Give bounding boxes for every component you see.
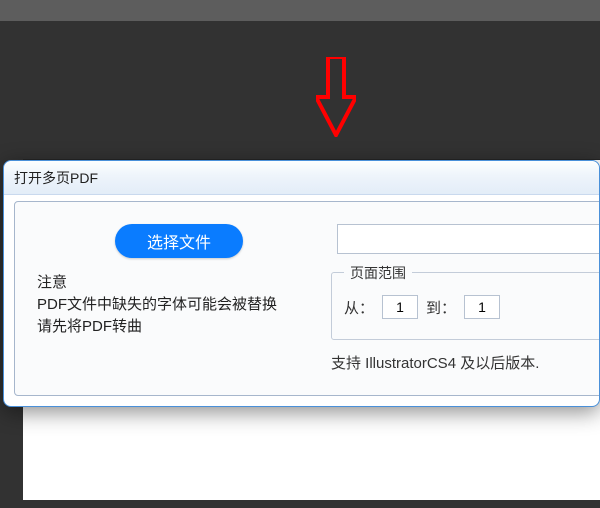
- notice-heading: 注意: [37, 272, 307, 294]
- notice-line-1: PDF文件中缺失的字体可能会被替换: [37, 294, 307, 316]
- dialog-body: 选择文件 注意 PDF文件中缺失的字体可能会被替换 请先将PDF转曲 页面范围 …: [14, 201, 600, 396]
- from-label: 从：: [344, 297, 374, 318]
- dialog-title: 打开多页PDF: [14, 168, 98, 188]
- select-file-button[interactable]: 选择文件: [115, 224, 243, 258]
- to-label: 到：: [426, 297, 456, 318]
- pointer-arrow-icon: [316, 57, 356, 137]
- page-from-input[interactable]: [382, 295, 418, 319]
- file-path-input[interactable]: [337, 224, 600, 254]
- open-multipage-pdf-dialog: 打开多页PDF 选择文件 注意 PDF文件中缺失的字体可能会被替换 请先将PDF…: [3, 160, 600, 407]
- notice-line-2: 请先将PDF转曲: [37, 316, 307, 338]
- dialog-titlebar[interactable]: 打开多页PDF: [4, 161, 599, 195]
- support-text: 支持 IllustratorCS4 及以后版本.: [331, 352, 539, 373]
- app-chrome-top: [0, 0, 600, 21]
- page-range-group: 页面范围 从： 到：: [331, 272, 600, 340]
- page-range-legend: 页面范围: [344, 263, 412, 283]
- notice-block: 注意 PDF文件中缺失的字体可能会被替换 请先将PDF转曲: [37, 272, 307, 338]
- page-to-input[interactable]: [464, 295, 500, 319]
